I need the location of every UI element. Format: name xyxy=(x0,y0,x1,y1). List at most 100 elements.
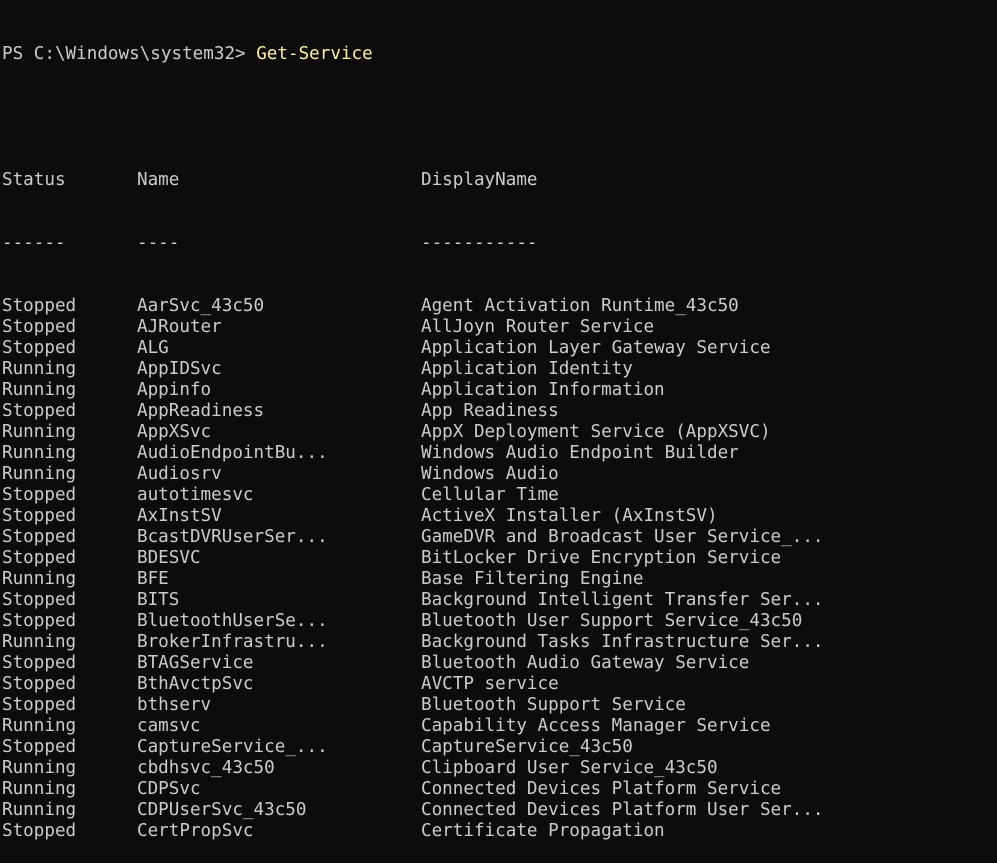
service-status: Running xyxy=(2,422,77,442)
service-name: BthAvctpSvc xyxy=(137,674,254,694)
service-name: BTAGService xyxy=(137,653,254,673)
service-display-name: Application Information xyxy=(421,380,665,400)
service-name: BDESVC xyxy=(137,548,201,568)
service-status: Stopped xyxy=(2,338,77,358)
service-name: BITS xyxy=(137,590,180,610)
service-display-name: Bluetooth Audio Gateway Service xyxy=(421,653,750,673)
service-display-name: Background Tasks Infrastructure Ser... xyxy=(421,632,824,652)
table-row: Running Appinfo Application Information xyxy=(2,380,995,401)
powershell-console[interactable]: PS C:\Windows\system32> Get-Service Stat… xyxy=(2,0,995,841)
service-status: Running xyxy=(2,464,77,484)
service-name: ALG xyxy=(137,338,169,358)
service-status: Stopped xyxy=(2,674,77,694)
service-status: Stopped xyxy=(2,695,77,715)
service-status: Stopped xyxy=(2,485,77,505)
service-name: CaptureService_... xyxy=(137,737,328,757)
header-status: Status xyxy=(2,170,66,190)
table-row: Stopped BTAGService Bluetooth Audio Gatewa… xyxy=(2,653,995,674)
service-display-name: Agent Activation Runtime_43c50 xyxy=(421,296,739,316)
service-name: AudioEndpointBu... xyxy=(137,443,328,463)
table-row: Stopped AxInstSV ActiveX Installer (AxInst… xyxy=(2,506,995,527)
table-row: Running AppXSvc AppX Deployment Service (A… xyxy=(2,422,995,443)
service-display-name: CaptureService_43c50 xyxy=(421,737,633,757)
service-name: camsvc xyxy=(137,716,201,736)
table-separator-row: ------ ---- ----------- xyxy=(2,233,995,254)
service-display-name: AllJoyn Router Service xyxy=(421,317,655,337)
service-display-name: Bluetooth User Support Service_43c50 xyxy=(421,611,803,631)
service-display-name: BitLocker Drive Encryption Service xyxy=(421,548,782,568)
service-name: Audiosrv xyxy=(137,464,222,484)
service-name: AxInstSV xyxy=(137,506,222,526)
table-row: Running CDPUserSvc_43c50 Connected Devices… xyxy=(2,800,995,821)
service-status: Stopped xyxy=(2,527,77,547)
table-row: Running CDPSvc Connected Devices Platform … xyxy=(2,779,995,800)
table-row: Running BFE Base Filtering Engine xyxy=(2,569,995,590)
table-row: Running camsvc Capability Access Manager S… xyxy=(2,716,995,737)
service-name: cbdhsvc_43c50 xyxy=(137,758,275,778)
service-display-name: GameDVR and Broadcast User Service_... xyxy=(421,527,824,547)
table-row: Stopped CertPropSvc Certificate Propagatio… xyxy=(2,821,995,842)
service-name: AJRouter xyxy=(137,317,222,337)
service-display-name: ActiveX Installer (AxInstSV) xyxy=(421,506,718,526)
service-display-name: Application Layer Gateway Service xyxy=(421,338,771,358)
table-row: Stopped BITS Background Intelligent Transf… xyxy=(2,590,995,611)
table-row: Stopped CaptureService_... CaptureService_… xyxy=(2,737,995,758)
service-status: Running xyxy=(2,359,77,379)
service-status: Running xyxy=(2,380,77,400)
table-row: Running AppIDSvc Application Identity xyxy=(2,359,995,380)
service-status: Stopped xyxy=(2,317,77,337)
table-header-row: Status Name DisplayName xyxy=(2,170,995,191)
service-display-name: Windows Audio xyxy=(421,464,559,484)
service-status: Running xyxy=(2,632,77,652)
service-name: BcastDVRUserSer... xyxy=(137,527,328,547)
service-display-name: Certificate Propagation xyxy=(421,821,665,841)
service-display-name: Cellular Time xyxy=(421,485,559,505)
separator-status: ------ xyxy=(2,233,66,253)
service-display-name: Capability Access Manager Service xyxy=(421,716,771,736)
service-name: AppIDSvc xyxy=(137,359,222,379)
service-display-name: Bluetooth Support Service xyxy=(421,695,686,715)
service-name: bthserv xyxy=(137,695,212,715)
command-line: PS C:\Windows\system32> Get-Service xyxy=(2,44,995,65)
separator-display-name: ----------- xyxy=(421,233,538,253)
table-row: Stopped BcastDVRUserSer... GameDVR and Bro… xyxy=(2,527,995,548)
service-name: CDPUserSvc_43c50 xyxy=(137,800,307,820)
service-display-name: Connected Devices Platform Service xyxy=(421,779,782,799)
service-name: AppXSvc xyxy=(137,422,212,442)
service-status: Running xyxy=(2,443,77,463)
service-name: Appinfo xyxy=(137,380,212,400)
service-display-name: Windows Audio Endpoint Builder xyxy=(421,443,739,463)
service-status: Stopped xyxy=(2,401,77,421)
table-row: Running BrokerInfrastru... Background Task… xyxy=(2,632,995,653)
service-name: autotimesvc xyxy=(137,485,254,505)
service-status: Stopped xyxy=(2,548,77,568)
header-display-name: DisplayName xyxy=(421,170,538,190)
prompt-text: PS C:\Windows\system32> xyxy=(2,44,246,64)
separator-name: ---- xyxy=(137,233,180,253)
service-name: CDPSvc xyxy=(137,779,201,799)
service-status: Running xyxy=(2,758,77,778)
service-name: AarSvc_43c50 xyxy=(137,296,265,316)
command-text: Get-Service xyxy=(256,44,373,64)
service-display-name: Application Identity xyxy=(421,359,633,379)
header-name: Name xyxy=(137,170,180,190)
service-display-name: Base Filtering Engine xyxy=(421,569,644,589)
service-display-name: Clipboard User Service_43c50 xyxy=(421,758,718,778)
service-name: AppReadiness xyxy=(137,401,265,421)
service-status: Stopped xyxy=(2,590,77,610)
table-row: Stopped AJRouter AllJoyn Router Service xyxy=(2,317,995,338)
service-name: BFE xyxy=(137,569,169,589)
service-status: Stopped xyxy=(2,737,77,757)
table-row: Stopped autotimesvc Cellular Time xyxy=(2,485,995,506)
table-row: Stopped AarSvc_43c50 Agent Activation Runt… xyxy=(2,296,995,317)
service-name: BrokerInfrastru... xyxy=(137,632,328,652)
service-display-name: Background Intelligent Transfer Ser... xyxy=(421,590,824,610)
table-row: Stopped BDESVC BitLocker Drive Encryption … xyxy=(2,548,995,569)
service-display-name: Connected Devices Platform User Ser... xyxy=(421,800,824,820)
service-status: Stopped xyxy=(2,821,77,841)
service-status: Running xyxy=(2,716,77,736)
table-row: Stopped ALG Application Layer Gateway Serv… xyxy=(2,338,995,359)
table-row: Stopped BthAvctpSvc AVCTP service xyxy=(2,674,995,695)
service-name: BluetoothUserSe... xyxy=(137,611,328,631)
